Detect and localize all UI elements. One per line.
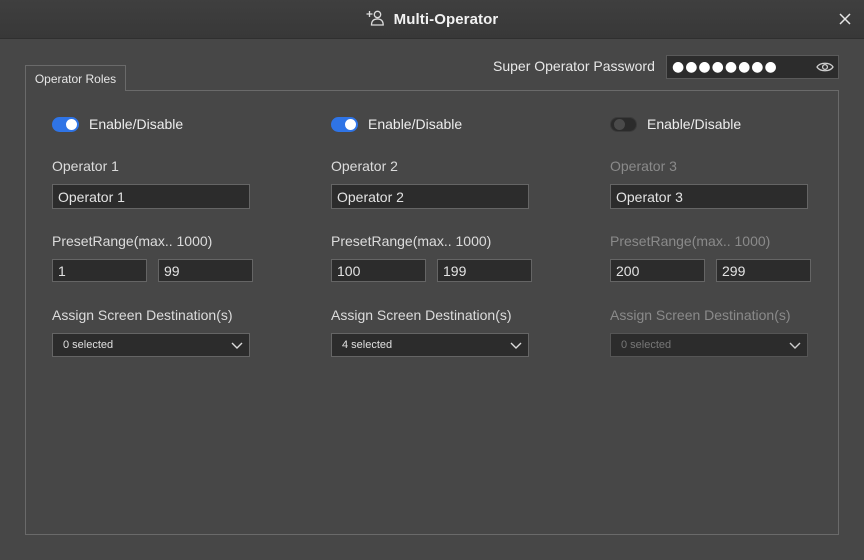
select-value: 0 selected xyxy=(621,339,672,351)
chevron-down-icon xyxy=(789,342,801,349)
chevron-down-icon xyxy=(510,342,522,349)
password-label: Super Operator Password xyxy=(493,58,655,74)
operator-name-input-2[interactable] xyxy=(331,184,529,209)
window-title: Multi-Operator xyxy=(393,11,499,28)
toggle-label: Enable/Disable xyxy=(368,116,463,132)
screen-destination-label: Assign Screen Destination(s) xyxy=(331,307,512,323)
preset-range-label: PresetRange(max.. 1000) xyxy=(52,233,213,249)
operator-name-input-1[interactable] xyxy=(52,184,250,209)
password-field[interactable] xyxy=(666,55,839,79)
multi-operator-dialog: Multi-Operator Super Operator Password O… xyxy=(0,0,864,560)
enable-toggle-2[interactable] xyxy=(331,116,358,132)
screen-destination-select-3[interactable]: 0 selected xyxy=(610,333,808,357)
range-max-input-3[interactable] xyxy=(716,259,811,282)
range-min-input-2[interactable] xyxy=(331,259,426,282)
operator-label: Operator 2 xyxy=(331,158,398,174)
toggle-label: Enable/Disable xyxy=(89,116,184,132)
tab-operator-roles[interactable]: Operator Roles xyxy=(25,65,126,91)
toggle-label: Enable/Disable xyxy=(647,116,742,132)
preset-range-label: PresetRange(max.. 1000) xyxy=(331,233,492,249)
chevron-down-icon xyxy=(231,342,243,349)
enable-toggle-3[interactable] xyxy=(610,116,637,132)
range-max-input-2[interactable] xyxy=(437,259,532,282)
select-value: 0 selected xyxy=(63,339,114,351)
enable-toggle-1[interactable] xyxy=(52,116,79,132)
preset-range-label: PresetRange(max.. 1000) xyxy=(610,233,771,249)
title-bar: Multi-Operator xyxy=(0,0,864,39)
close-icon xyxy=(839,13,851,25)
screen-destination-label: Assign Screen Destination(s) xyxy=(610,307,791,323)
range-min-input-3[interactable] xyxy=(610,259,705,282)
range-max-input-1[interactable] xyxy=(158,259,253,282)
select-value: 4 selected xyxy=(342,339,393,351)
screen-destination-label: Assign Screen Destination(s) xyxy=(52,307,233,323)
add-user-icon xyxy=(366,9,384,27)
operator-label: Operator 3 xyxy=(610,158,677,174)
eye-icon[interactable] xyxy=(816,59,834,75)
screen-destination-select-2[interactable]: 4 selected xyxy=(331,333,529,357)
operator-name-input-3[interactable] xyxy=(610,184,808,209)
operator-label: Operator 1 xyxy=(52,158,119,174)
range-min-input-1[interactable] xyxy=(52,259,147,282)
password-input[interactable] xyxy=(672,58,810,76)
screen-destination-select-1[interactable]: 0 selected xyxy=(52,333,250,357)
close-button[interactable] xyxy=(836,10,854,28)
